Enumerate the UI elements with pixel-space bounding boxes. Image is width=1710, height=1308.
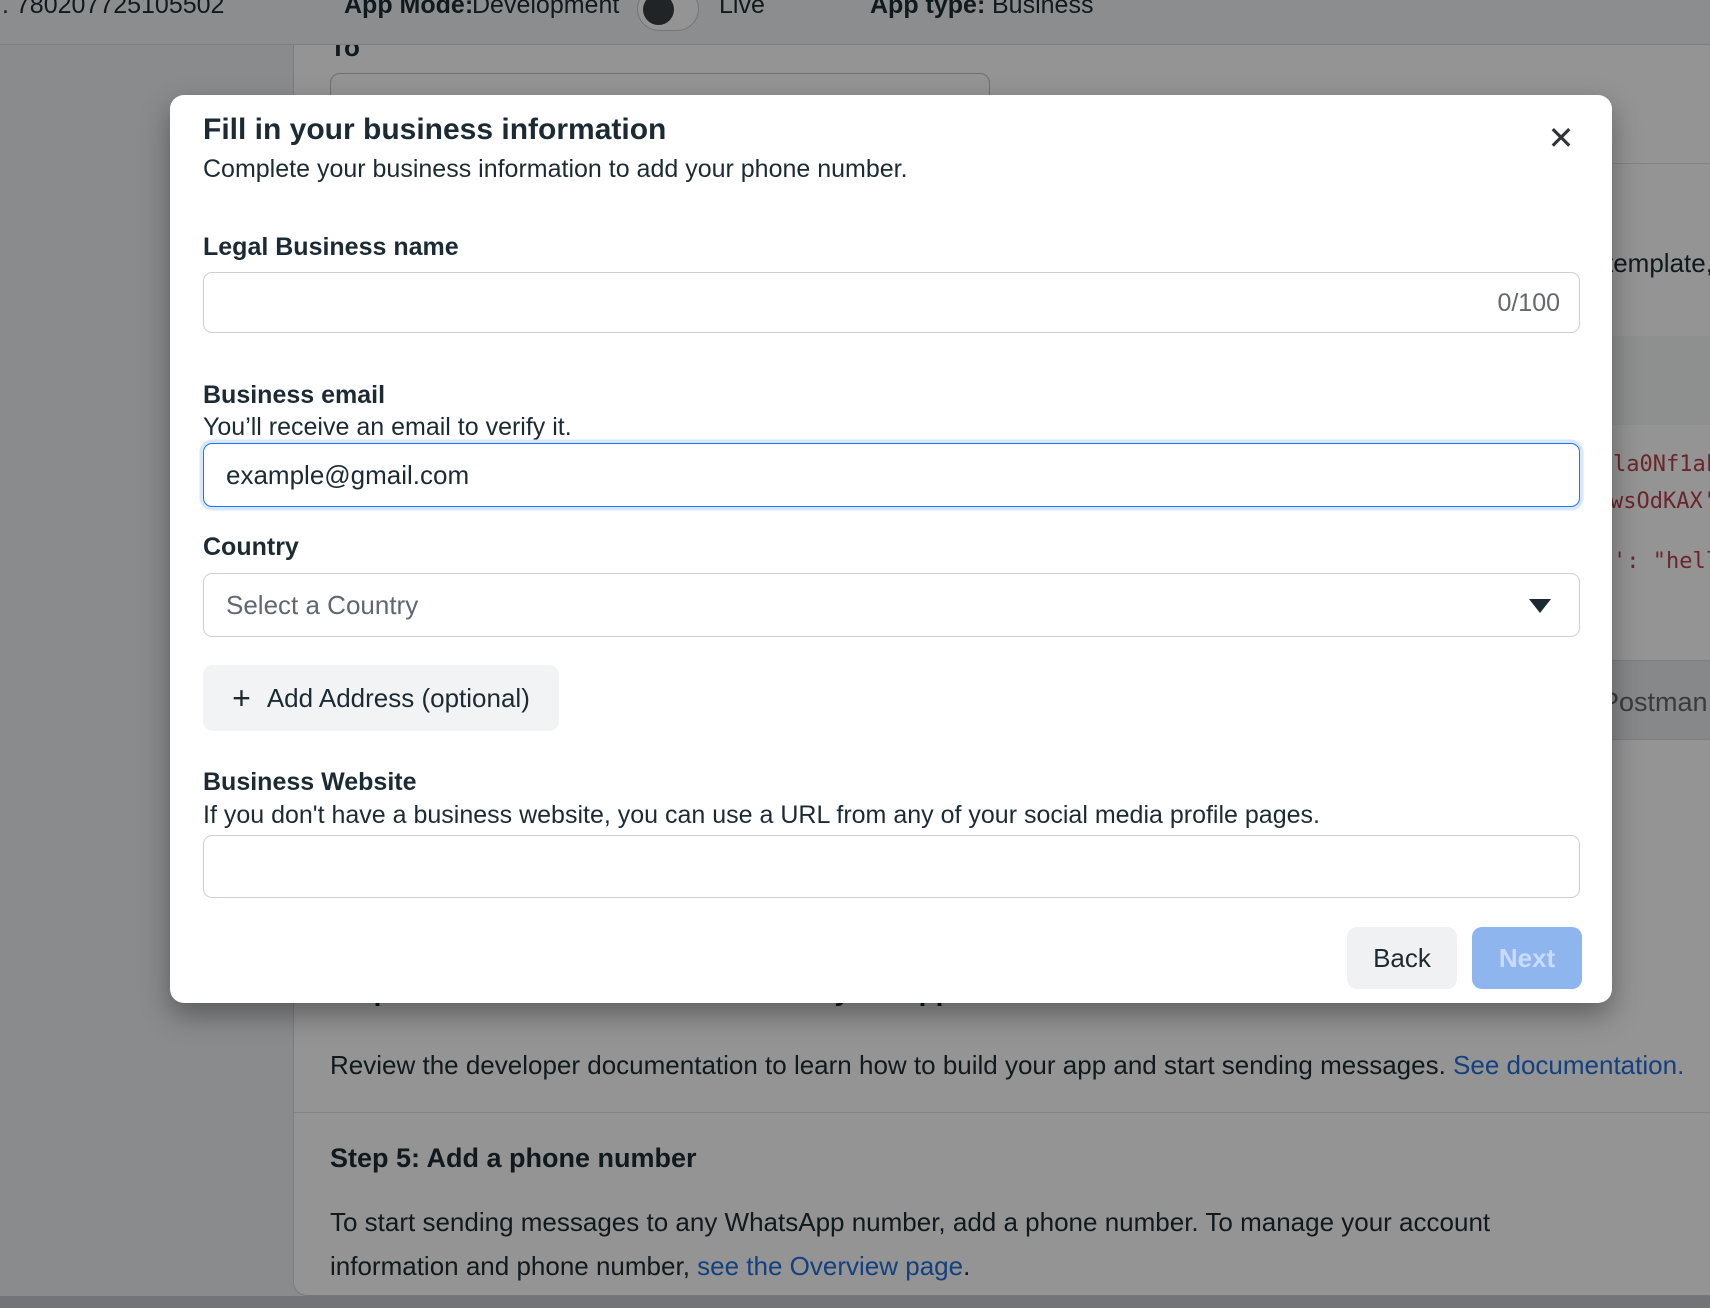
add-address-button[interactable]: + Add Address (optional) <box>203 665 559 731</box>
business-email-helper: You’ll receive an email to verify it. <box>203 413 572 442</box>
page: To template, c la0Nf1ak wsOdKAX' ': "hel… <box>0 0 1710 1308</box>
char-counter: 0/100 <box>1497 289 1560 318</box>
business-email-input[interactable] <box>203 443 1580 507</box>
business-website-helper: If you don't have a business website, yo… <box>203 801 1320 830</box>
dialog-title: Fill in your business information <box>203 113 666 147</box>
chevron-down-icon <box>1529 599 1551 613</box>
business-website-input[interactable] <box>203 835 1580 898</box>
next-button[interactable]: Next <box>1472 927 1582 989</box>
business-website-label: Business Website <box>203 768 417 797</box>
plus-icon: + <box>232 682 251 714</box>
country-placeholder: Select a Country <box>226 590 418 621</box>
add-address-label: Add Address (optional) <box>267 683 530 714</box>
legal-name-label: Legal Business name <box>203 233 459 262</box>
back-button[interactable]: Back <box>1347 927 1457 989</box>
business-info-dialog: Fill in your business information Comple… <box>170 95 1612 1003</box>
country-label: Country <box>203 533 299 562</box>
business-email-label: Business email <box>203 381 385 410</box>
close-icon[interactable]: ✕ <box>1538 115 1584 161</box>
country-select[interactable]: Select a Country <box>203 573 1580 637</box>
dialog-subtitle: Complete your business information to ad… <box>203 155 908 184</box>
legal-name-input[interactable] <box>203 272 1580 333</box>
